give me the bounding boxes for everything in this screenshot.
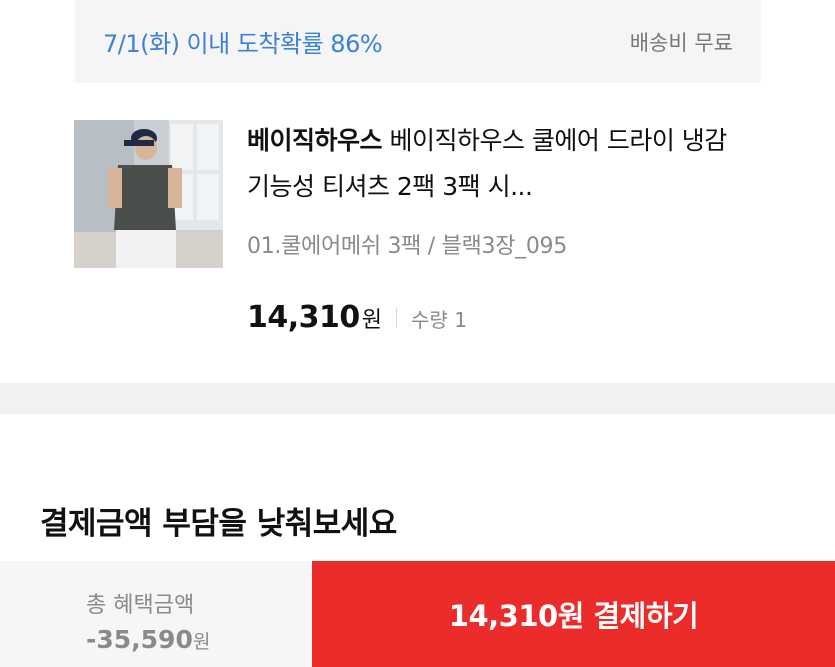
product-thumbnail[interactable]	[74, 120, 223, 268]
benefit-amount-wrap: -35,590원	[86, 625, 210, 654]
checkout-bar: 총 혜택금액 -35,590원 14,310원 결제하기	[0, 561, 835, 667]
promo-heading: 결제금액 부담을 낮춰보세요	[40, 506, 397, 542]
section-divider	[0, 383, 835, 414]
delivery-banner: 7/1(화) 이내 도착확률 86% 배송비 무료	[75, 0, 761, 83]
product-option: 01.쿨에어메쉬 3팩 / 블랙3장_095	[247, 234, 567, 259]
benefit-unit: 원	[192, 631, 211, 653]
benefit-label: 총 혜택금액	[86, 593, 195, 618]
delivery-eta-text: 7/1(화) 이내 도착확률 86%	[103, 30, 383, 58]
price-unit: 원	[361, 308, 383, 333]
product-title[interactable]: 베이직하우스 베이직하우스 쿨에어 드라이 냉감 기능성 티셔츠 2팩 3팩 시…	[247, 118, 727, 210]
benefit-amount: -35,590	[86, 625, 193, 654]
product-price: 14,310	[247, 300, 360, 335]
divider	[396, 307, 398, 328]
product-info: 베이직하우스 베이직하우스 쿨에어 드라이 냉감 기능성 티셔츠 2팩 3팩 시…	[247, 118, 727, 260]
product-brand: 베이직하우스	[247, 126, 383, 155]
quantity-text: 수량 1	[411, 308, 467, 332]
benefit-summary: 총 혜택금액 -35,590원	[0, 561, 312, 667]
product-photo-icon	[74, 120, 223, 268]
pay-button[interactable]: 14,310원 결제하기	[312, 561, 835, 667]
price-row: 14,310 원 수량 1	[247, 300, 467, 335]
shipping-fee-text: 배송비 무료	[629, 31, 733, 55]
